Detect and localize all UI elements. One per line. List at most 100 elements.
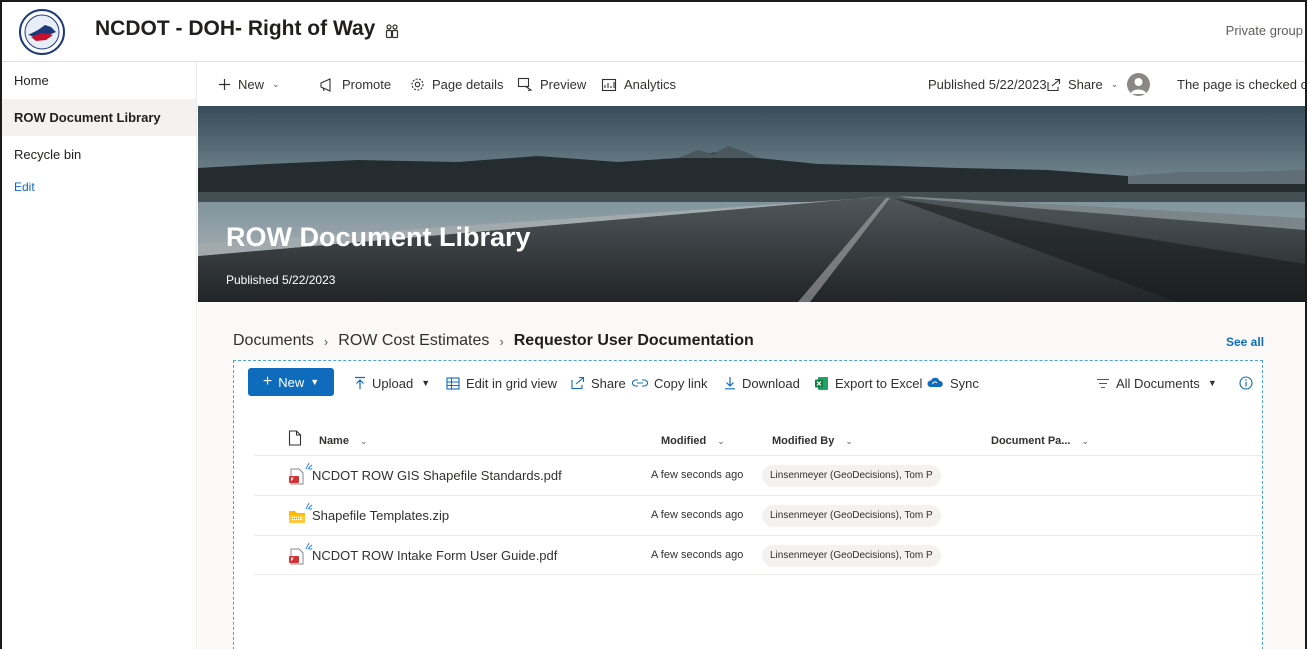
sync-button[interactable]: Sync [926,364,979,402]
info-button[interactable] [1239,364,1259,402]
breadcrumb-documents[interactable]: Documents [233,332,314,350]
column-header-modified-by-label: Modified By [772,435,835,447]
page-details-label: Page details [432,77,504,92]
table-row[interactable]: NCDOT ROW Intake Form User Guide.pdf A f… [254,535,1262,575]
share-document-label: Share [591,375,626,391]
gear-icon [411,78,424,91]
chevron-down-icon: ⌄ [845,436,853,446]
chevron-down-icon: ⌄ [272,79,280,89]
document-list-panel: + New ▼ Upload ▼ Edit in grid view Share… [233,360,1263,649]
promote-button[interactable]: Promote [319,62,391,107]
upload-button[interactable]: Upload ▼ [354,364,430,402]
column-header-name[interactable]: Name ⌄ [319,431,368,451]
file-name[interactable]: NCDOT ROW Intake Form User Guide.pdf [312,548,557,563]
download-button[interactable]: Download [724,364,800,402]
share-icon [571,376,585,390]
file-name[interactable]: Shapefile Templates.zip [312,508,449,523]
new-page-label: New [238,77,265,92]
modified-by-persona[interactable]: Linsenmeyer (GeoDecisions), Tom P [762,505,941,527]
breadcrumb: Documents › ROW Cost Estimates › Request… [233,332,754,350]
upload-icon [355,376,365,389]
nav-item-home[interactable]: Home [2,62,196,99]
hero-title: ROW Document Library [226,222,531,252]
modified-date: A few seconds ago [651,509,744,521]
filter-lines-icon [1097,378,1109,388]
page-command-bar: New ⌄ Promote Page details Preview Analy… [198,62,1305,107]
column-header-modified-label: Modified [661,435,707,447]
table-row[interactable]: NCDOT ROW GIS Shapefile Standards.pdf A … [254,455,1262,495]
copy-link-button[interactable]: Copy link [632,364,707,402]
chevron-down-icon: ⌄ [1110,79,1119,89]
megaphone-icon [320,77,331,92]
user-avatar[interactable] [1127,73,1150,96]
new-page-button[interactable]: New ⌄ [218,62,280,107]
export-excel-label: Export to Excel [835,375,923,391]
chevron-down-icon: ⌄ [360,436,368,446]
page-details-button[interactable]: Page details [410,62,504,107]
file-name[interactable]: NCDOT ROW GIS Shapefile Standards.pdf [312,468,562,483]
column-header-modified[interactable]: Modified ⌄ [661,431,725,451]
share-document-button[interactable]: Share [570,364,626,402]
preview-button[interactable]: Preview [517,62,586,107]
modified-by-persona[interactable]: Linsenmeyer (GeoDecisions), Tom P [762,545,941,567]
info-icon [1239,376,1253,390]
view-selector[interactable]: All Documents ▼ [1096,364,1217,402]
share-page-button[interactable]: Share ⌄ [1046,62,1118,107]
export-excel-button[interactable]: Export to Excel [814,364,922,402]
copy-link-label: Copy link [654,375,708,391]
sync-icon [927,377,943,387]
analytics-label: Analytics [624,77,677,92]
zip-folder-icon [289,511,305,523]
chevron-down-icon: ▼ [310,377,320,387]
share-page-label: Share [1068,77,1103,92]
privacy-label: Private group [1225,23,1303,38]
ncdot-logo[interactable] [18,8,66,56]
new-document-button[interactable]: + New ▼ [248,368,334,396]
new-document-label: New [278,374,305,390]
chevron-right-icon: › [499,333,504,349]
sync-label: Sync [950,375,979,391]
modified-date: A few seconds ago [651,469,744,481]
published-date: Published 5/22/2023 [928,77,1047,92]
hero-published-date: Published 5/22/2023 [226,273,336,287]
preview-label: Preview [540,77,587,92]
nav-item-row-document-library[interactable]: ROW Document Library [2,99,196,136]
plus-icon [219,79,230,90]
grid-icon [446,376,460,390]
upload-label: Upload [372,375,414,391]
view-selector-label: All Documents [1116,375,1200,391]
nav-edit-link[interactable]: Edit [2,173,196,201]
analytics-button[interactable]: Analytics [601,62,676,107]
share-icon [1047,78,1061,91]
column-header-document-pa[interactable]: Document Pa... ⌄ [991,431,1089,451]
column-header-modified-by[interactable]: Modified By ⌄ [772,431,853,451]
pdf-icon [289,548,304,565]
link-icon [632,379,648,387]
left-navigation: Home ROW Document Library Recycle bin Ed… [2,62,197,649]
promote-label: Promote [342,77,392,92]
person-icon [1130,78,1147,94]
column-header-name-label: Name [319,435,349,447]
file-type-icon [288,430,302,446]
download-icon [725,377,735,390]
edit-grid-view-button[interactable]: Edit in grid view [446,364,557,402]
modified-by-persona[interactable]: Linsenmeyer (GeoDecisions), Tom P [762,465,941,487]
site-header: NCDOT - DOH- Right of Way Private group [2,2,1305,62]
chevron-down-icon: ⌄ [717,436,725,446]
edit-grid-view-label: Edit in grid view [466,375,558,391]
site-title[interactable]: NCDOT - DOH- Right of Way [95,17,375,41]
nav-item-recycle-bin[interactable]: Recycle bin [2,136,196,173]
document-library-webpart: Documents › ROW Cost Estimates › Request… [198,302,1305,649]
modified-date: A few seconds ago [651,549,744,561]
excel-icon [815,376,828,390]
chevron-down-icon: ⌄ [1081,436,1090,446]
chevron-down-icon: ▼ [1207,378,1217,388]
group-members-icon[interactable] [384,23,400,39]
see-all-link[interactable]: See all [1226,335,1264,349]
sharepoint-window: NCDOT - DOH- Right of Way Private group … [0,0,1307,649]
analytics-icon [601,78,617,91]
bridge-road-image [198,106,1305,302]
breadcrumb-row-cost-estimates[interactable]: ROW Cost Estimates [338,332,489,350]
hero-banner: ROW Document Library Published 5/22/2023 [198,106,1305,302]
table-row[interactable]: Shapefile Templates.zip A few seconds ag… [254,495,1262,535]
